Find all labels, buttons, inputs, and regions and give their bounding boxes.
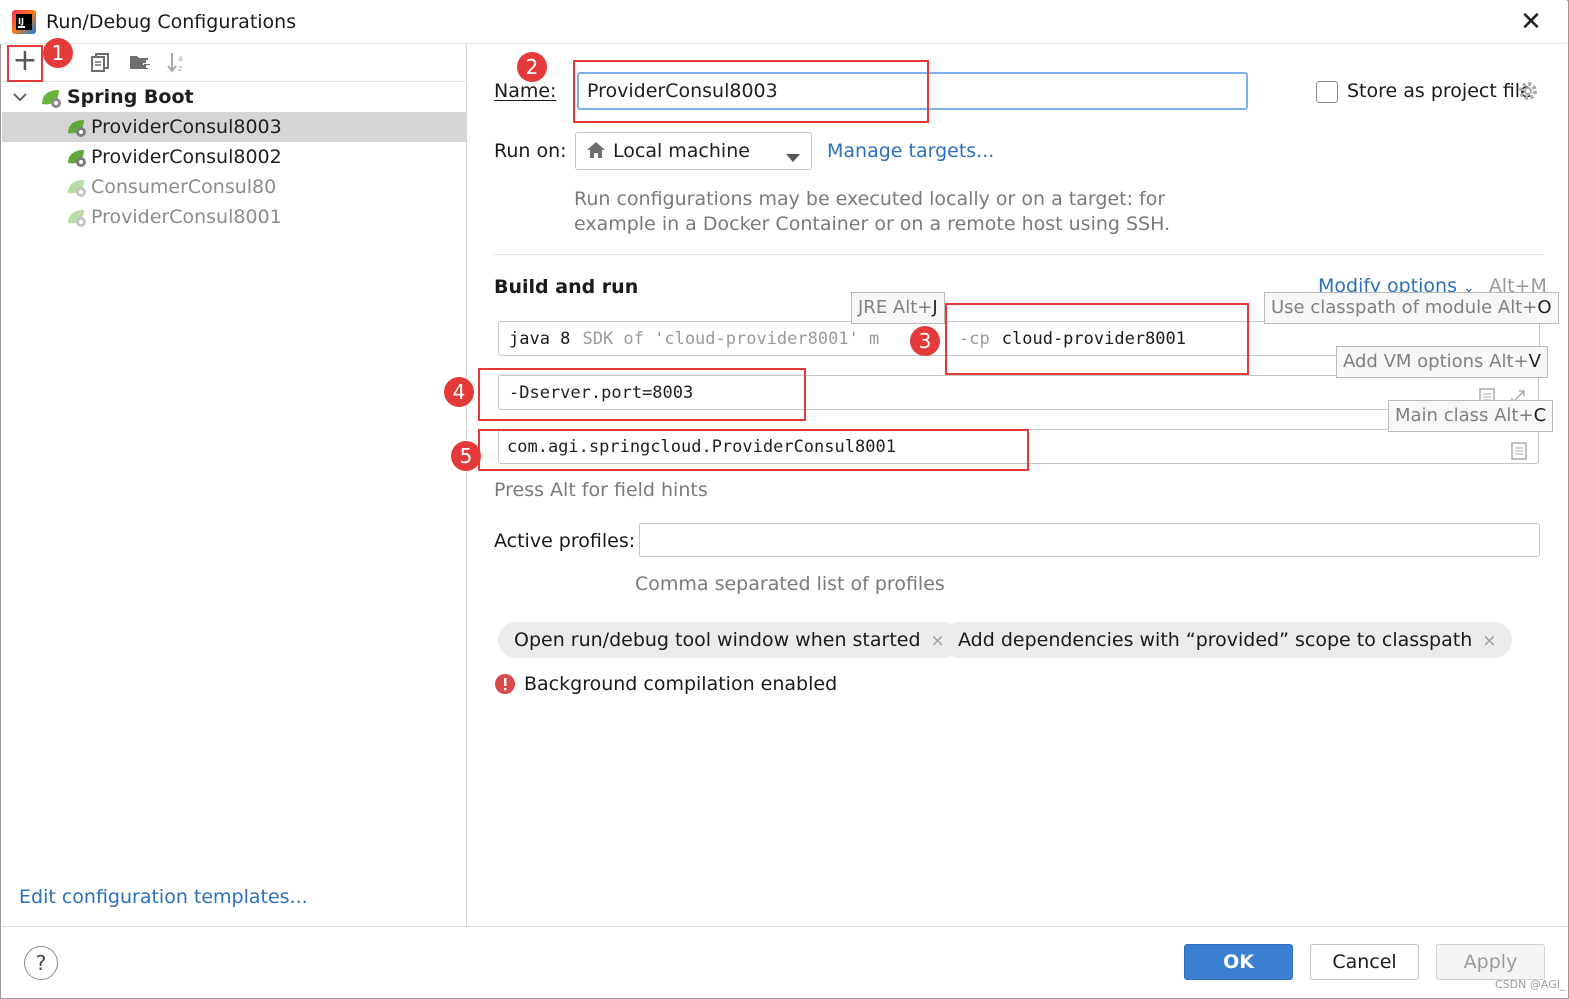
tree-group-spring-boot[interactable]: Spring Boot <box>2 82 467 112</box>
svg-text:IJ: IJ <box>18 17 24 26</box>
tree-item-label: ProviderConsul8003 <box>91 116 282 138</box>
spring-boot-config-icon <box>66 147 88 169</box>
manage-targets-link[interactable]: Manage targets... <box>827 140 994 162</box>
tooltip-text: Main class Alt+ <box>1395 405 1534 426</box>
vm-options-input[interactable]: -Dserver.port=8003 <box>498 375 1539 410</box>
name-label: Name: <box>494 80 557 102</box>
tooltip-key: V <box>1528 351 1541 372</box>
svg-text:a: a <box>178 54 183 63</box>
jre-field[interactable]: java 8 SDK of 'cloud-provider8001' m <box>498 321 958 356</box>
jre-detail: SDK of 'cloud-provider8001' m <box>582 329 880 349</box>
tree-item-consumerconsul80[interactable]: ConsumerConsul80 <box>2 172 467 202</box>
tree-item-providerconsul8003[interactable]: ProviderConsul8003 <box>2 112 467 142</box>
active-profiles-label: Active profiles: <box>494 530 636 552</box>
annotation-badge-5: 5 <box>451 441 481 471</box>
name-input[interactable]: ProviderConsul8003 <box>577 72 1248 110</box>
tooltip-text: Add VM options Alt+ <box>1343 351 1529 372</box>
help-button[interactable]: ? <box>24 946 58 980</box>
spring-boot-config-icon <box>66 177 88 199</box>
tree-group-label: Spring Boot <box>67 86 194 108</box>
intellij-logo-icon: IJ <box>12 10 36 34</box>
jre-value: java 8 <box>509 329 571 349</box>
classpath-tooltip: Use classpath of module Alt+O <box>1264 292 1559 324</box>
jre-tooltip: JRE Alt+J <box>851 292 945 324</box>
gear-icon[interactable] <box>1517 80 1539 107</box>
tooltip-text: JRE Alt+ <box>858 297 933 318</box>
store-as-project-file-label: Store as project file <box>1347 80 1532 102</box>
ok-button[interactable]: OK <box>1184 944 1293 980</box>
new-folder-icon[interactable] <box>126 48 154 76</box>
spring-boot-config-icon <box>66 117 88 139</box>
tooltip-text: Use classpath of module Alt+ <box>1271 297 1538 318</box>
annotation-badge-1: 1 <box>43 38 73 68</box>
run-on-value: Local machine <box>613 140 750 162</box>
watermark-text: CSDN @AGI_ <box>1495 978 1566 991</box>
classpath-value: cloud-provider8001 <box>1001 329 1186 349</box>
tooltip-key: O <box>1537 297 1552 318</box>
annotation-badge-3: 3 <box>910 326 940 356</box>
close-icon[interactable]: ✕ <box>1516 8 1546 38</box>
cancel-button[interactable]: Cancel <box>1310 944 1419 980</box>
close-icon[interactable]: × <box>1482 631 1496 651</box>
home-icon <box>586 140 606 165</box>
annotation-badge-2: 2 <box>517 52 547 82</box>
name-input-value: ProviderConsul8003 <box>587 80 778 102</box>
background-compilation-text: Background compilation enabled <box>524 673 838 695</box>
active-profiles-input[interactable] <box>639 523 1540 557</box>
vm-options-tooltip: Add VM options Alt+V <box>1336 346 1548 378</box>
spring-boot-config-icon <box>66 207 88 229</box>
main-class-value: com.agi.springcloud.ProviderConsul8001 <box>507 437 896 457</box>
sort-icon[interactable]: az <box>164 48 192 76</box>
copy-icon[interactable] <box>86 48 114 76</box>
window-title: Run/Debug Configurations <box>46 11 297 33</box>
run-on-hint-line1: Run configurations may be executed local… <box>574 188 1166 210</box>
apply-button[interactable]: Apply <box>1436 944 1545 980</box>
field-hints-text: Press Alt for field hints <box>494 479 708 501</box>
tooltip-key: J <box>932 297 938 318</box>
run-on-hint-line2: example in a Docker Container or on a re… <box>574 213 1171 235</box>
dropdown-arrow-icon <box>786 146 800 168</box>
edit-configuration-templates-link[interactable]: Edit configuration templates... <box>19 886 308 908</box>
main-class-tooltip: Main class Alt+C <box>1388 400 1554 432</box>
add-configuration-button[interactable]: + <box>8 46 42 80</box>
store-as-project-file-checkbox[interactable] <box>1316 81 1338 103</box>
browse-class-icon[interactable] <box>1511 438 1527 471</box>
run-on-dropdown[interactable]: Local machine <box>575 132 812 170</box>
run-on-label: Run on: <box>494 140 567 162</box>
main-class-input[interactable]: com.agi.springcloud.ProviderConsul8001 <box>498 429 1539 464</box>
classpath-prefix: -cp <box>959 329 990 349</box>
profiles-hint: Comma separated list of profiles <box>635 573 945 595</box>
chevron-down-icon[interactable] <box>12 88 28 110</box>
chip-label: Add dependencies with “provided” scope t… <box>958 629 1473 651</box>
build-and-run-title: Build and run <box>494 276 639 298</box>
section-separator <box>494 254 1543 255</box>
svg-text:z: z <box>178 64 182 73</box>
spring-boot-icon <box>39 86 61 108</box>
tree-item-label: ConsumerConsul80 <box>91 176 277 198</box>
tree-item-label: ProviderConsul8001 <box>91 206 282 228</box>
tree-item-providerconsul8001[interactable]: ProviderConsul8001 <box>2 202 467 232</box>
tooltip-key: C <box>1533 405 1547 426</box>
option-chip-open-tool-window[interactable]: Open run/debug tool window when started × <box>498 622 961 658</box>
tree-item-label: ProviderConsul8002 <box>91 146 282 168</box>
annotation-badge-4: 4 <box>444 377 474 407</box>
option-chip-provided-scope[interactable]: Add dependencies with “provided” scope t… <box>942 622 1513 658</box>
tree-item-providerconsul8002[interactable]: ProviderConsul8002 <box>2 142 467 172</box>
error-icon <box>494 673 516 700</box>
chip-label: Open run/debug tool window when started <box>514 629 921 651</box>
vm-options-value: -Dserver.port=8003 <box>509 383 694 403</box>
